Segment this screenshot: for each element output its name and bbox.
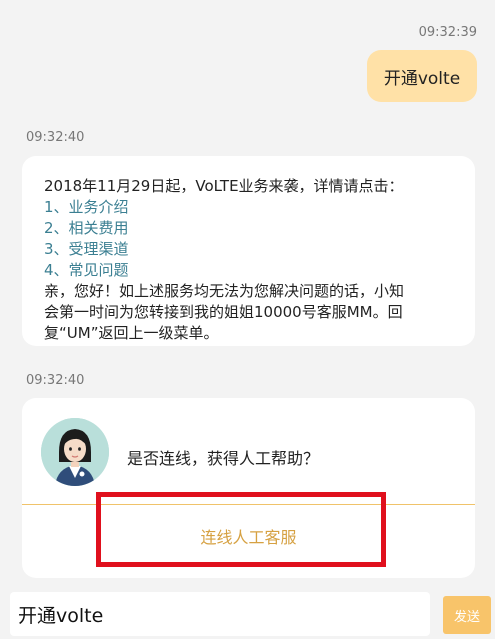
timestamp-bot: 09:32:40: [26, 130, 85, 145]
bot-message-card: 2018年11月29日起，VoLTE业务来袭，详情请点击： 1、业务介绍 2、相…: [22, 156, 475, 346]
timestamp-assist: 09:32:40: [26, 373, 85, 388]
link-related-fees[interactable]: 2、相关费用: [44, 218, 457, 239]
timestamp-user: 09:32:39: [418, 25, 477, 40]
agent-avatar: [41, 418, 109, 486]
human-assist-card: 是否连线，获得人工帮助？ 连线人工客服: [22, 398, 475, 578]
link-service-channels[interactable]: 3、受理渠道: [44, 239, 457, 260]
bot-intro-text: 2018年11月29日起，VoLTE业务来袭，详情请点击：: [44, 177, 404, 195]
user-message-bubble: 开通volte: [367, 50, 477, 102]
input-bar: 开通volte 发送: [0, 589, 495, 639]
message-input[interactable]: 开通volte: [10, 592, 430, 636]
bot-outro-line-1: 亲，您好！如上述服务均无法为您解决问题的话，小知: [44, 282, 405, 300]
chat-screen: 09:32:39 开通volte 09:32:40 2018年11月29日起，V…: [0, 0, 495, 639]
connect-human-agent-button[interactable]: 连线人工客服: [22, 505, 475, 567]
link-business-intro[interactable]: 1、业务介绍: [44, 197, 457, 218]
link-faq[interactable]: 4、常见问题: [44, 260, 457, 281]
bot-outro-line-3: 复“UM”返回上一级菜单。: [44, 324, 219, 342]
assist-question: 是否连线，获得人工帮助？: [127, 449, 320, 468]
user-message-text: 开通volte: [383, 68, 461, 89]
send-button[interactable]: 发送: [443, 596, 491, 634]
agent-avatar-icon: [41, 418, 109, 486]
bot-outro-line-2: 会第一时间为您转接到我的姐姐10000号客服MM。回: [44, 303, 403, 321]
